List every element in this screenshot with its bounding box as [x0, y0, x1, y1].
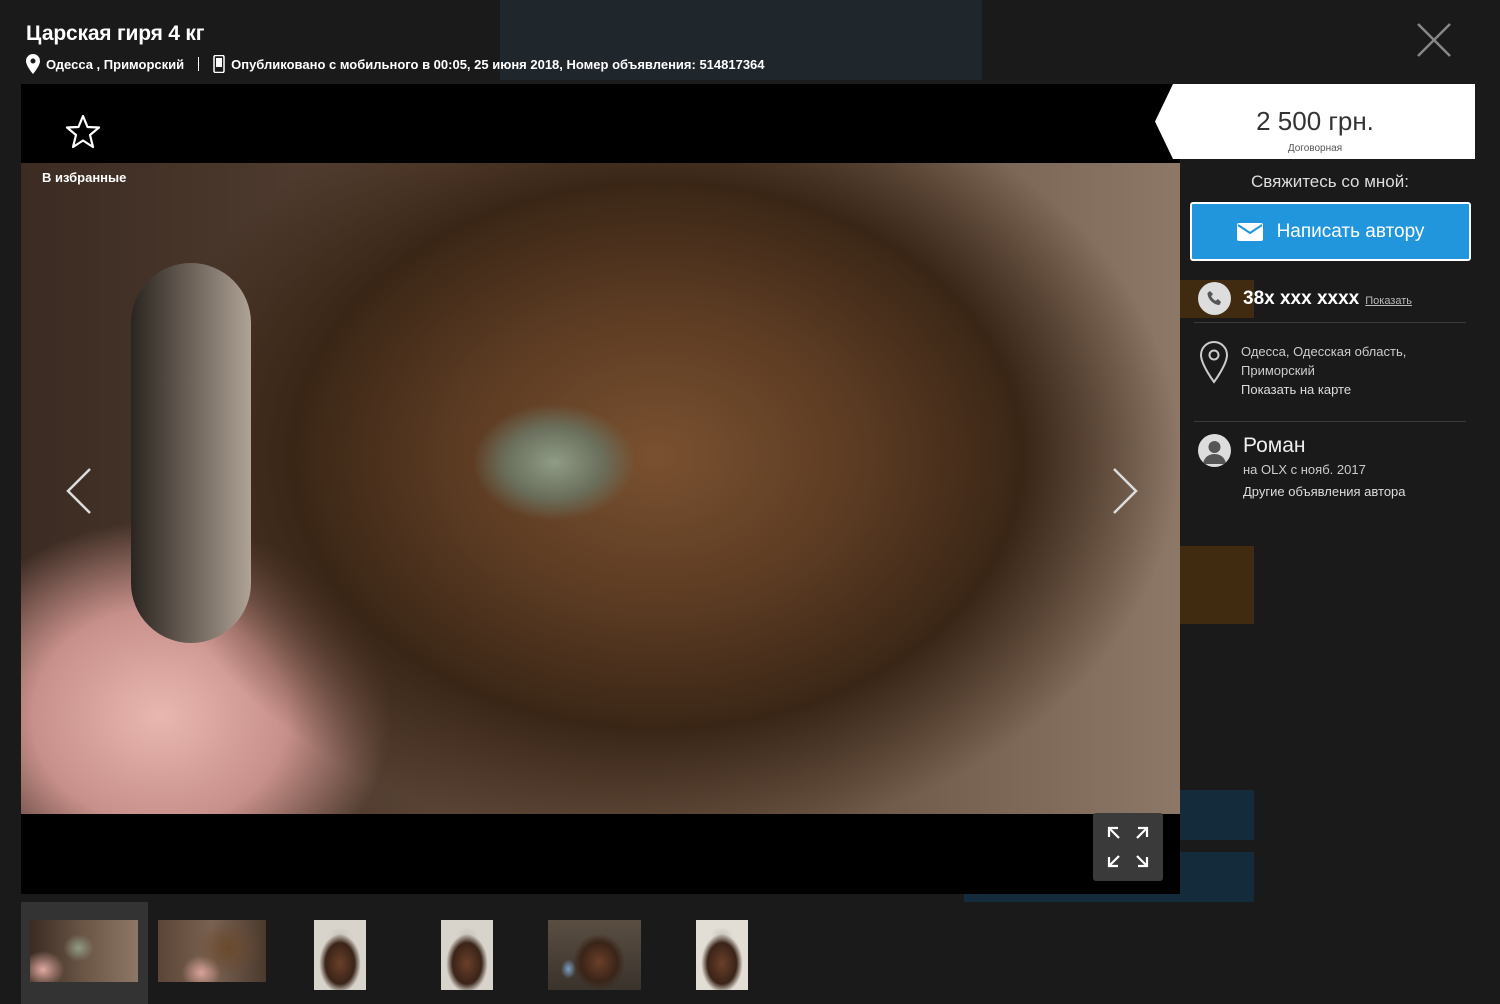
thumbnail[interactable] — [441, 920, 493, 990]
next-photo-arrow-icon[interactable] — [1108, 465, 1142, 517]
location-address: Одесса, Одесская область, Приморский — [1241, 344, 1407, 378]
show-phone-link[interactable]: Показать — [1365, 295, 1412, 307]
location-short: Одесса , Приморский — [46, 56, 185, 72]
expand-icon — [1107, 826, 1149, 868]
background-block — [1180, 546, 1254, 624]
seller-name: Роман — [1243, 434, 1306, 457]
map-pin-icon — [1199, 340, 1229, 384]
message-author-button[interactable]: Написать автору — [1190, 202, 1471, 261]
price-amount: 2 500 грн. — [1256, 106, 1374, 136]
fullscreen-button[interactable] — [1093, 813, 1163, 881]
message-author-label: Написать автору — [1276, 220, 1425, 242]
listing-header: Царская гиря 4 кг Одесса , Приморский Оп… — [26, 22, 1426, 74]
thumbnail-image — [30, 920, 138, 982]
envelope-icon — [1236, 222, 1263, 241]
thumbnail[interactable] — [158, 920, 266, 982]
seller-since: на OLX с нояб. 2017 — [1243, 462, 1366, 477]
meta-divider — [198, 57, 200, 71]
show-on-map-link[interactable]: Показать на карте — [1241, 382, 1441, 397]
thumbnail-active[interactable] — [21, 902, 148, 1004]
photo-handle-opening — [131, 263, 251, 643]
price-negotiable: Договорная — [1287, 143, 1343, 154]
avatar — [1198, 434, 1231, 467]
divider — [1194, 421, 1466, 422]
thumbnail[interactable] — [696, 920, 748, 990]
image-viewer — [21, 84, 1180, 894]
published-info: Опубликовано с мобильного в 00:05, 25 ию… — [231, 56, 765, 72]
other-ads-link[interactable]: Другие объявления автора — [1243, 484, 1406, 499]
phone-icon — [1198, 282, 1231, 315]
add-to-favorites-button[interactable]: В избранные — [21, 84, 147, 204]
location-pin-icon — [26, 54, 40, 74]
contact-title: Свяжитесь со мной: — [1251, 172, 1409, 191]
thumbnail[interactable] — [548, 920, 641, 990]
thumbnail-strip — [21, 902, 801, 1004]
main-photo — [21, 163, 1180, 814]
star-icon — [65, 114, 101, 149]
close-icon[interactable] — [1416, 22, 1452, 58]
mobile-phone-icon — [213, 55, 225, 73]
phone-row: 38x xxx xxxx Показать — [1198, 282, 1412, 315]
price-badge: 2 500 грн. Договорная — [1155, 84, 1475, 159]
phone-number: 38x xxx xxxx — [1243, 287, 1360, 309]
listing-title: Царская гиря 4 кг — [26, 22, 205, 45]
divider — [1194, 322, 1466, 323]
listing-meta: Одесса , Приморский Опубликовано с мобил… — [26, 54, 1426, 74]
previous-photo-arrow-icon[interactable] — [62, 465, 96, 517]
thumbnail[interactable] — [314, 920, 366, 990]
favorites-label: В избранные — [42, 170, 127, 185]
